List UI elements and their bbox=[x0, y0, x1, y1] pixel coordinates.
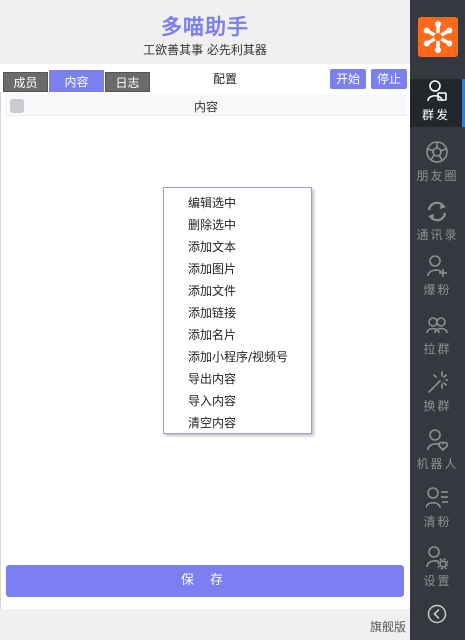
menu-item-add-link[interactable]: 添加链接 bbox=[164, 302, 311, 324]
sidebar-item-contacts[interactable]: 通讯录 bbox=[410, 199, 465, 247]
tab-bar: 成员 内容 日志 配置 开始 停止 bbox=[0, 64, 410, 92]
sidebar-item-switch-group[interactable]: 换群 bbox=[410, 370, 465, 418]
sidebar-label: 朋友圈 bbox=[416, 169, 459, 183]
collapse-sidebar-button[interactable] bbox=[427, 604, 447, 624]
sidebar-item-moments[interactable]: 朋友圈 bbox=[410, 140, 465, 188]
menu-item-add-file[interactable]: 添加文件 bbox=[164, 280, 311, 302]
menu-item-add-miniprogram[interactable]: 添加小程序/视频号 bbox=[164, 346, 311, 368]
user-list-icon bbox=[426, 487, 448, 509]
menu-item-add-card[interactable]: 添加名片 bbox=[164, 324, 311, 346]
menu-item-clear[interactable]: 清空内容 bbox=[164, 412, 311, 434]
sidebar-item-robot[interactable]: 机器人 bbox=[410, 428, 465, 476]
menu-item-import[interactable]: 导入内容 bbox=[164, 390, 311, 412]
sidebar-item-boost-fans[interactable]: 爆粉 bbox=[410, 254, 465, 302]
sidebar-label: 群发 bbox=[421, 108, 450, 122]
tab-content[interactable]: 内容 bbox=[49, 70, 104, 92]
sidebar-label: 爆粉 bbox=[423, 283, 452, 297]
moments-icon bbox=[426, 141, 448, 163]
footer: 旗舰版 bbox=[0, 609, 410, 640]
column-header-content: 内容 bbox=[193, 100, 218, 114]
app-subtitle: 工欲善其事 必先利其器 bbox=[143, 43, 267, 57]
app-title: 多喵助手 bbox=[161, 15, 249, 39]
save-button[interactable]: 保 存 bbox=[6, 565, 404, 597]
menu-item-export[interactable]: 导出内容 bbox=[164, 368, 311, 390]
sidebar-item-settings[interactable]: 设置 bbox=[410, 545, 465, 593]
add-user-icon bbox=[427, 255, 447, 277]
list-header: 内容 bbox=[5, 94, 407, 116]
user-settings-icon bbox=[426, 546, 448, 570]
edition-label: 旗舰版 bbox=[369, 620, 406, 634]
sidebar-item-pull-group[interactable]: 拉群 bbox=[410, 313, 465, 361]
group-icon bbox=[426, 317, 448, 334]
sidebar-item-broadcast[interactable]: 群发 bbox=[410, 79, 465, 127]
sidebar-label: 设置 bbox=[423, 574, 452, 588]
sidebar-label: 清粉 bbox=[423, 515, 452, 529]
robot-user-icon bbox=[427, 429, 448, 452]
app-logo bbox=[418, 17, 458, 57]
menu-item-edit-selected[interactable]: 编辑选中 bbox=[164, 192, 311, 214]
tab-log[interactable]: 日志 bbox=[105, 72, 150, 92]
sidebar-label: 换群 bbox=[423, 399, 452, 413]
sidebar-label: 通讯录 bbox=[416, 228, 459, 242]
sidebar-label: 机器人 bbox=[416, 457, 459, 471]
stop-button[interactable]: 停止 bbox=[371, 69, 407, 89]
asterisk-logo-icon bbox=[423, 21, 453, 53]
config-label[interactable]: 配置 bbox=[213, 70, 237, 87]
broadcast-icon bbox=[427, 80, 447, 102]
app-header: 多喵助手 工欲善其事 必先利其器 bbox=[0, 0, 410, 64]
menu-item-delete-selected[interactable]: 删除选中 bbox=[164, 214, 311, 236]
sidebar-item-clean-fans[interactable]: 清粉 bbox=[410, 486, 465, 534]
menu-item-add-image[interactable]: 添加图片 bbox=[164, 258, 311, 280]
sidebar: 群发 朋友圈 通讯录 爆粉 拉群 换群 机器人 清粉 设置 bbox=[410, 0, 465, 640]
tab-members[interactable]: 成员 bbox=[3, 72, 48, 92]
context-menu: 编辑选中 删除选中 添加文本 添加图片 添加文件 添加链接 添加名片 添加小程序… bbox=[163, 187, 312, 434]
chevron-left-circle-icon bbox=[427, 604, 447, 624]
magic-wand-icon bbox=[428, 371, 448, 393]
sidebar-label: 拉群 bbox=[423, 342, 452, 356]
menu-item-add-text[interactable]: 添加文本 bbox=[164, 236, 311, 258]
sync-contacts-icon bbox=[427, 201, 447, 222]
start-button[interactable]: 开始 bbox=[330, 69, 366, 89]
